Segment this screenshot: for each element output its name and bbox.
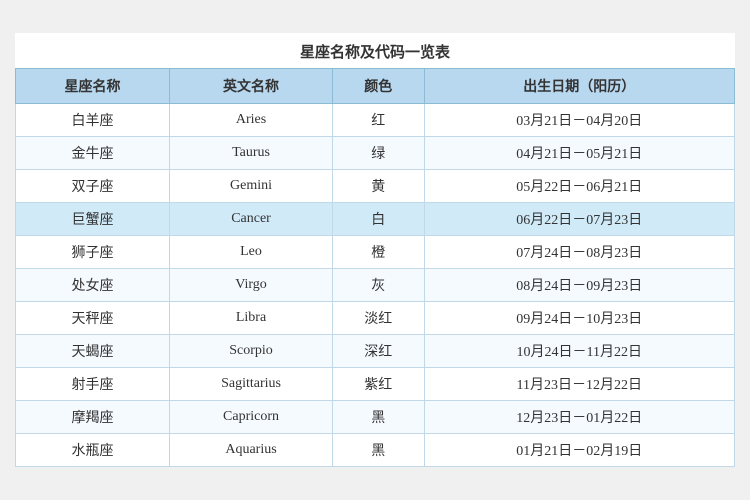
zodiac-chinese: 天秤座	[16, 302, 170, 335]
zodiac-dates: 04月21日－05月21日	[424, 137, 735, 170]
zodiac-english: Libra	[170, 302, 333, 335]
table-row: 水瓶座Aquarius黑01月21日－02月19日	[16, 434, 735, 467]
zodiac-dates: 09月24日－10月23日	[424, 302, 735, 335]
zodiac-english: Virgo	[170, 269, 333, 302]
zodiac-english: Capricorn	[170, 401, 333, 434]
zodiac-color: 红	[332, 104, 424, 137]
zodiac-chinese: 狮子座	[16, 236, 170, 269]
header-english: 英文名称	[170, 69, 333, 104]
table-row: 双子座Gemini黄05月22日－06月21日	[16, 170, 735, 203]
zodiac-color: 黑	[332, 401, 424, 434]
header-dates: 出生日期（阳历）	[424, 69, 735, 104]
zodiac-color: 橙	[332, 236, 424, 269]
zodiac-dates: 01月21日－02月19日	[424, 434, 735, 467]
zodiac-dates: 11月23日－12月22日	[424, 368, 735, 401]
zodiac-chinese: 双子座	[16, 170, 170, 203]
zodiac-chinese: 巨蟹座	[16, 203, 170, 236]
main-container: 星座名称及代码一览表 星座名称 英文名称 颜色 出生日期（阳历） 白羊座Arie…	[15, 33, 735, 467]
zodiac-chinese: 水瓶座	[16, 434, 170, 467]
table-row: 巨蟹座Cancer白06月22日－07月23日	[16, 203, 735, 236]
zodiac-color: 白	[332, 203, 424, 236]
zodiac-color: 黄	[332, 170, 424, 203]
zodiac-english: Cancer	[170, 203, 333, 236]
zodiac-english: Scorpio	[170, 335, 333, 368]
zodiac-chinese: 处女座	[16, 269, 170, 302]
zodiac-dates: 07月24日－08月23日	[424, 236, 735, 269]
zodiac-chinese: 射手座	[16, 368, 170, 401]
zodiac-english: Sagittarius	[170, 368, 333, 401]
zodiac-english: Taurus	[170, 137, 333, 170]
zodiac-chinese: 摩羯座	[16, 401, 170, 434]
zodiac-english: Aquarius	[170, 434, 333, 467]
zodiac-dates: 12月23日－01月22日	[424, 401, 735, 434]
zodiac-color: 淡红	[332, 302, 424, 335]
zodiac-english: Aries	[170, 104, 333, 137]
table-row: 天蝎座Scorpio深红10月24日－11月22日	[16, 335, 735, 368]
zodiac-color: 紫红	[332, 368, 424, 401]
zodiac-dates: 06月22日－07月23日	[424, 203, 735, 236]
table-row: 金牛座Taurus绿04月21日－05月21日	[16, 137, 735, 170]
page-title: 星座名称及代码一览表	[15, 33, 735, 68]
table-row: 天秤座Libra淡红09月24日－10月23日	[16, 302, 735, 335]
zodiac-dates: 05月22日－06月21日	[424, 170, 735, 203]
table-row: 处女座Virgo灰08月24日－09月23日	[16, 269, 735, 302]
zodiac-chinese: 白羊座	[16, 104, 170, 137]
table-header-row: 星座名称 英文名称 颜色 出生日期（阳历）	[16, 69, 735, 104]
zodiac-color: 灰	[332, 269, 424, 302]
zodiac-color: 深红	[332, 335, 424, 368]
table-row: 白羊座Aries红03月21日－04月20日	[16, 104, 735, 137]
zodiac-chinese: 金牛座	[16, 137, 170, 170]
zodiac-color: 黑	[332, 434, 424, 467]
table-row: 狮子座Leo橙07月24日－08月23日	[16, 236, 735, 269]
zodiac-english: Gemini	[170, 170, 333, 203]
table-row: 射手座Sagittarius紫红11月23日－12月22日	[16, 368, 735, 401]
zodiac-color: 绿	[332, 137, 424, 170]
zodiac-dates: 08月24日－09月23日	[424, 269, 735, 302]
zodiac-chinese: 天蝎座	[16, 335, 170, 368]
zodiac-dates: 03月21日－04月20日	[424, 104, 735, 137]
zodiac-dates: 10月24日－11月22日	[424, 335, 735, 368]
header-chinese: 星座名称	[16, 69, 170, 104]
zodiac-table: 星座名称 英文名称 颜色 出生日期（阳历） 白羊座Aries红03月21日－04…	[15, 68, 735, 467]
table-row: 摩羯座Capricorn黑12月23日－01月22日	[16, 401, 735, 434]
zodiac-english: Leo	[170, 236, 333, 269]
header-color: 颜色	[332, 69, 424, 104]
